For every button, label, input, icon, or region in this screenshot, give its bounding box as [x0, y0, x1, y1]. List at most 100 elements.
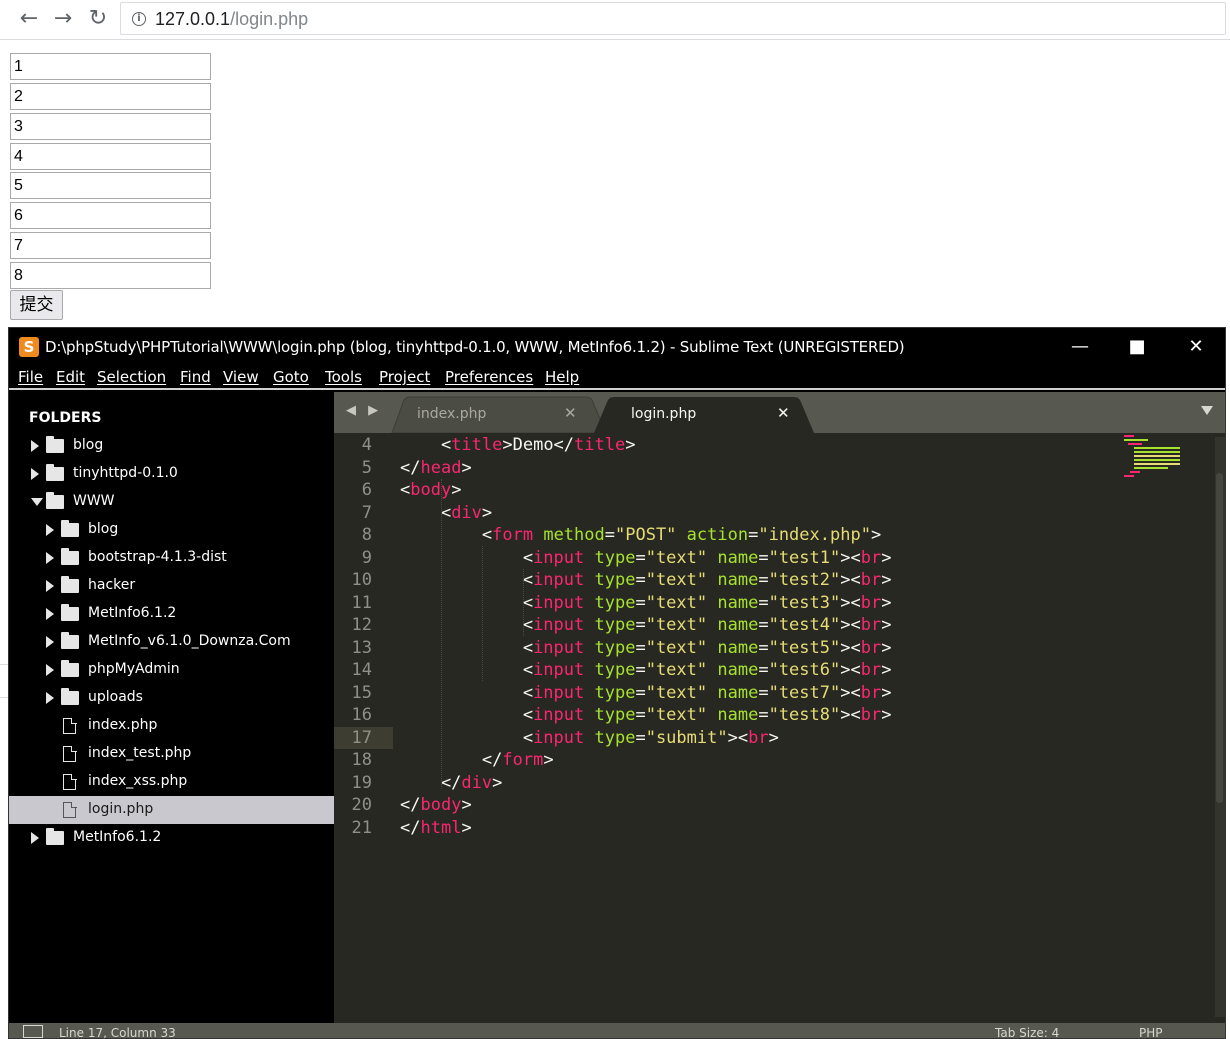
scrollbar-thumb[interactable] — [1216, 473, 1223, 803]
text-input-1[interactable] — [10, 53, 211, 80]
chevron-right-icon[interactable] — [46, 608, 54, 620]
menu-selection[interactable]: Selection — [97, 368, 166, 386]
tab-nav-arrows-icon[interactable]: ◀ ▶ — [346, 403, 382, 418]
chevron-right-icon[interactable] — [46, 552, 54, 564]
menu-help[interactable]: Help — [545, 368, 579, 386]
submit-button[interactable]: 提交 — [10, 290, 63, 320]
tree-item-label: bootstrap-4.1.3-dist — [88, 549, 227, 565]
line-number: 21 — [351, 817, 372, 838]
tree-folder[interactable]: MetInfo6.1.2 — [9, 824, 334, 852]
tree-folder[interactable]: WWW — [9, 488, 334, 516]
chevron-right-icon[interactable] — [46, 692, 54, 704]
text-input-5[interactable] — [10, 172, 211, 199]
tab-close-icon[interactable]: ✕ — [777, 404, 790, 422]
code-line: 6 <body> — [334, 479, 1214, 502]
close-window-icon[interactable]: ✕ — [1173, 332, 1219, 362]
code-token: type — [594, 615, 636, 635]
text-input-8[interactable] — [10, 262, 211, 289]
menu-preferences[interactable]: Preferences — [445, 368, 533, 386]
tree-file[interactable]: index_xss.php — [9, 768, 334, 796]
menu-tools[interactable]: Tools — [325, 368, 362, 386]
code-token: > — [461, 795, 472, 815]
code-token: "test6" — [768, 660, 841, 680]
chevron-down-icon[interactable] — [31, 498, 43, 506]
tree-folder[interactable]: hacker — [9, 572, 334, 600]
tree-folder[interactable]: phpMyAdmin — [9, 656, 334, 684]
url-text[interactable]: 127.0.0.1/login.php — [155, 9, 308, 30]
text-input-3[interactable] — [10, 113, 211, 140]
reload-icon[interactable]: ↻ — [83, 4, 113, 34]
code-editor[interactable]: 4 <title>Demo</title> 5 </head> 6 <body> 7 <d… — [334, 433, 1225, 1023]
chevron-right-icon[interactable] — [46, 664, 54, 676]
tree-file[interactable]: index_test.php — [9, 740, 334, 768]
tree-file[interactable]: index.php — [9, 712, 334, 740]
tree-folder[interactable]: uploads — [9, 684, 334, 712]
tree-item-label: blog — [88, 521, 119, 537]
text-input-4[interactable] — [10, 143, 211, 170]
text-input-2[interactable] — [10, 83, 211, 110]
code-token: </ — [400, 817, 421, 838]
back-arrow-icon[interactable]: ← — [14, 4, 44, 34]
window-titlebar[interactable]: S D:\phpStudy\PHPTutorial\WWW\login.php … — [9, 328, 1225, 366]
console-toggle-icon[interactable] — [23, 1025, 43, 1038]
code-token: < — [400, 682, 534, 703]
code-token: = — [635, 682, 646, 703]
menu-project[interactable]: Project — [379, 368, 430, 386]
tab-close-icon[interactable]: ✕ — [564, 404, 577, 422]
folders-header: FOLDERS — [29, 410, 102, 426]
text-input-6[interactable] — [10, 202, 211, 229]
menu-view[interactable]: View — [223, 368, 259, 386]
code-token: = — [635, 660, 646, 680]
tree-folder[interactable]: tinyhttpd-0.1.0 — [9, 460, 334, 488]
menu-file[interactable]: File — [18, 368, 43, 386]
tree-file[interactable]: login.php — [9, 796, 334, 824]
text-input-7[interactable] — [10, 232, 211, 259]
syntax-mode[interactable]: PHP — [1139, 1026, 1163, 1038]
tab-login-php[interactable]: login.php ✕ — [609, 397, 809, 433]
tree-folder[interactable]: blog — [9, 516, 334, 544]
indent-guide — [523, 569, 524, 636]
tree-item-label: MetInfo6.1.2 — [88, 605, 177, 621]
code-token: = — [748, 525, 759, 545]
code-token: form — [492, 525, 534, 545]
chevron-right-icon[interactable] — [46, 580, 54, 592]
chevron-right-icon[interactable] — [46, 524, 54, 536]
address-bar[interactable]: i 127.0.0.1/login.php — [120, 2, 1226, 35]
maximize-icon[interactable]: ■ — [1114, 332, 1160, 362]
tab-size[interactable]: Tab Size: 4 — [995, 1026, 1059, 1038]
code-text: <input type="text" name="test3"><br> — [400, 592, 892, 615]
url-path: /login.php — [230, 9, 309, 29]
tree-folder[interactable]: MetInfo6.1.2 — [9, 600, 334, 628]
chevron-right-icon[interactable] — [31, 440, 39, 452]
menu-edit[interactable]: Edit — [56, 368, 85, 386]
code-line: 8 <form method="POST" action="index.php"… — [334, 524, 1214, 547]
minimize-icon[interactable]: — — [1057, 332, 1103, 362]
menu-find[interactable]: Find — [180, 368, 211, 386]
tree-item-label: tinyhttpd-0.1.0 — [73, 465, 178, 481]
tree-folder[interactable]: blog — [9, 432, 334, 460]
code-token: form — [502, 750, 544, 770]
menu-goto[interactable]: Goto — [273, 368, 309, 386]
chevron-right-icon[interactable] — [31, 468, 39, 480]
minimap[interactable] — [1124, 433, 1184, 493]
info-icon[interactable]: i — [132, 12, 146, 26]
tree-folder[interactable]: bootstrap-4.1.3-dist — [9, 544, 334, 572]
code-token: "test4" — [768, 615, 841, 635]
chevron-right-icon[interactable] — [31, 832, 39, 844]
code-token: title — [451, 435, 503, 455]
code-token: < — [400, 502, 452, 523]
line-number: 6 — [361, 480, 372, 500]
tree-folder[interactable]: MetInfo_v6.1.0_Downza.Com — [9, 628, 334, 656]
code-token: < — [400, 480, 411, 500]
chevron-right-icon[interactable] — [46, 636, 54, 648]
tab-dropdown-icon[interactable] — [1201, 406, 1213, 415]
code-token: "test3" — [768, 592, 841, 613]
code-token: </ — [400, 795, 421, 815]
forward-arrow-icon[interactable]: → — [48, 4, 78, 34]
tab-index-php[interactable]: index.php ✕ — [399, 397, 589, 433]
folder-open-icon — [46, 492, 64, 509]
code-token: < — [400, 615, 534, 635]
code-text: <input type="submit"><br> — [400, 727, 779, 750]
